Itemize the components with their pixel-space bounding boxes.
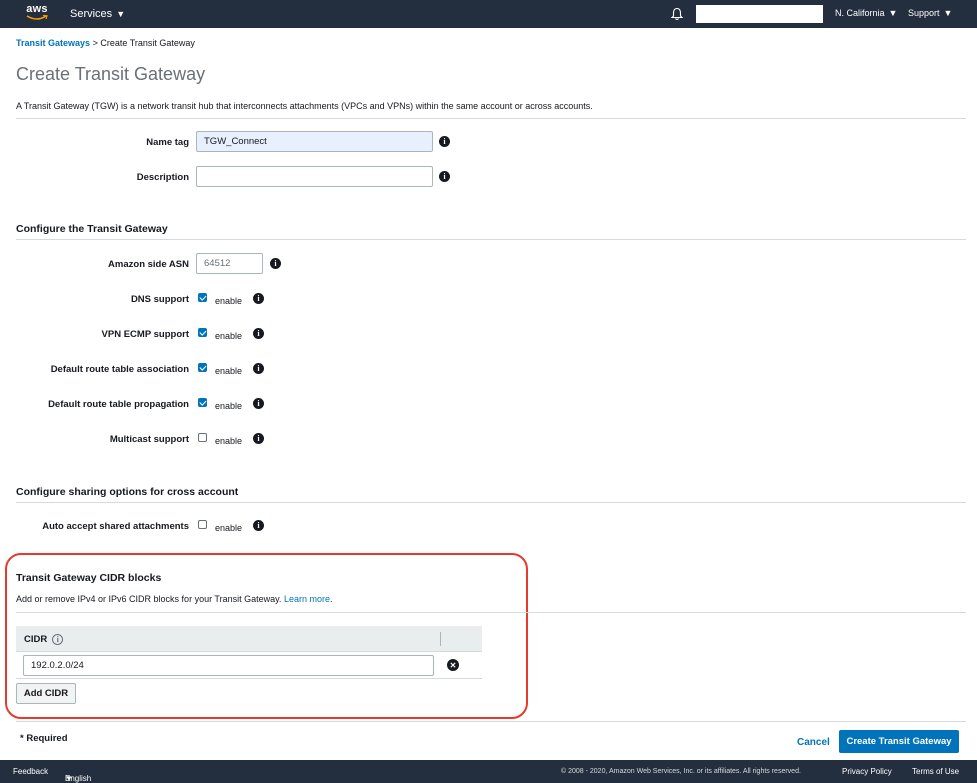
enable-text: enable — [215, 401, 243, 411]
vpn-ecmp-checkbox[interactable] — [198, 328, 207, 337]
caret-down-icon: ▼ — [943, 8, 953, 18]
enable-text: enable — [215, 523, 243, 533]
page-title: Create Transit Gateway — [16, 64, 206, 84]
copyright: © 2008 - 2020, Amazon Web Services, Inc.… — [561, 768, 801, 775]
dns-support-label: DNS support — [130, 294, 189, 305]
add-cidr-button[interactable]: Add CIDR — [16, 683, 76, 704]
breadcrumb: Transit Gateways > Create Transit Gatewa… — [16, 38, 195, 48]
route-table-association-label: Default route table association — [50, 364, 189, 375]
info-icon[interactable]: i — [253, 363, 264, 374]
divider — [16, 239, 966, 240]
region-menu[interactable]: N. California ▼ — [835, 8, 897, 18]
divider — [16, 502, 966, 503]
cidr-table-header: CIDR i — [16, 626, 482, 652]
description-label: Description — [136, 172, 189, 183]
caret-down-icon: ▼ — [65, 774, 73, 783]
footer: Feedback English (US) ▼ © 2008 - 2020, A… — [0, 760, 977, 783]
top-nav: aws Services ▼ N. California ▼ Support ▼ — [0, 0, 977, 28]
services-menu[interactable]: Services ▼ — [70, 8, 125, 20]
learn-more-suffix: . — [329, 594, 333, 604]
aws-smile-icon — [26, 15, 48, 20]
info-icon[interactable]: i — [439, 171, 450, 182]
dns-support-checkbox[interactable] — [198, 293, 207, 302]
route-table-propagation-label: Default route table propagation — [48, 399, 189, 410]
info-icon[interactable]: i — [253, 398, 264, 409]
cidr-column-label: CIDR — [24, 634, 48, 645]
info-icon[interactable]: i — [52, 634, 64, 645]
divider — [16, 612, 966, 613]
services-label: Services — [70, 8, 113, 20]
divider — [16, 721, 966, 722]
cancel-button[interactable]: Cancel — [797, 737, 830, 748]
aws-logo-text: aws — [26, 3, 48, 15]
aws-logo[interactable]: aws — [24, 4, 50, 24]
divider — [16, 118, 966, 119]
info-icon[interactable]: i — [253, 520, 264, 531]
bell-icon[interactable] — [670, 7, 684, 21]
info-icon[interactable]: i — [253, 293, 264, 304]
name-tag-label: Name tag — [146, 137, 189, 148]
account-menu[interactable] — [696, 5, 823, 23]
remove-icon[interactable]: ✕ — [447, 659, 459, 671]
route-table-association-checkbox[interactable] — [198, 363, 207, 372]
enable-text: enable — [215, 366, 243, 376]
description-input[interactable] — [196, 166, 433, 187]
enable-text: enable — [215, 296, 243, 306]
name-tag-input[interactable]: TGW_Connect — [196, 131, 433, 152]
divider — [16, 678, 482, 679]
support-label: Support — [908, 8, 940, 18]
cidr-input[interactable]: 192.0.2.0/24 — [23, 655, 434, 676]
multicast-support-checkbox[interactable] — [198, 433, 207, 442]
breadcrumb-separator: > — [92, 38, 98, 48]
sharing-section-title: Configure sharing options for cross acco… — [16, 486, 239, 498]
info-icon[interactable]: i — [253, 433, 264, 444]
caret-down-icon: ▼ — [116, 9, 126, 19]
breadcrumb-transit-gateways[interactable]: Transit Gateways — [16, 38, 90, 48]
auto-accept-label: Auto accept shared attachments — [42, 521, 189, 532]
enable-text: enable — [215, 331, 243, 341]
asn-input[interactable]: 64512 — [196, 253, 263, 274]
info-icon[interactable]: i — [253, 328, 264, 339]
privacy-link[interactable]: Privacy Policy — [842, 767, 892, 776]
info-icon[interactable]: i — [439, 136, 450, 147]
column-divider — [440, 632, 441, 646]
route-table-propagation-checkbox[interactable] — [198, 398, 207, 407]
create-transit-gateway-button[interactable]: Create Transit Gateway — [839, 730, 959, 753]
terms-link[interactable]: Terms of Use — [912, 767, 959, 776]
region-label: N. California — [835, 8, 885, 18]
page-intro: A Transit Gateway (TGW) is a network tra… — [16, 101, 593, 111]
asn-label: Amazon side ASN — [108, 259, 189, 270]
required-note: * Required — [20, 733, 68, 744]
cidr-column-header: CIDR i — [24, 634, 64, 645]
enable-text: enable — [215, 436, 243, 446]
cidr-description: Add or remove IPv4 or IPv6 CIDR blocks f… — [16, 594, 333, 604]
multicast-support-label: Multicast support — [109, 434, 189, 445]
auto-accept-checkbox[interactable] — [198, 520, 207, 529]
support-menu[interactable]: Support ▼ — [908, 8, 952, 18]
cidr-description-text: Add or remove IPv4 or IPv6 CIDR blocks f… — [16, 594, 282, 604]
vpn-ecmp-label: VPN ECMP support — [101, 329, 189, 340]
caret-down-icon: ▼ — [888, 8, 898, 18]
learn-more-link[interactable]: Learn more — [284, 594, 330, 604]
configure-section-title: Configure the Transit Gateway — [16, 223, 168, 235]
feedback-link[interactable]: Feedback — [13, 767, 48, 776]
cidr-section-title: Transit Gateway CIDR blocks — [16, 572, 162, 584]
breadcrumb-current: Create Transit Gateway — [100, 38, 195, 48]
info-icon[interactable]: i — [270, 258, 281, 269]
